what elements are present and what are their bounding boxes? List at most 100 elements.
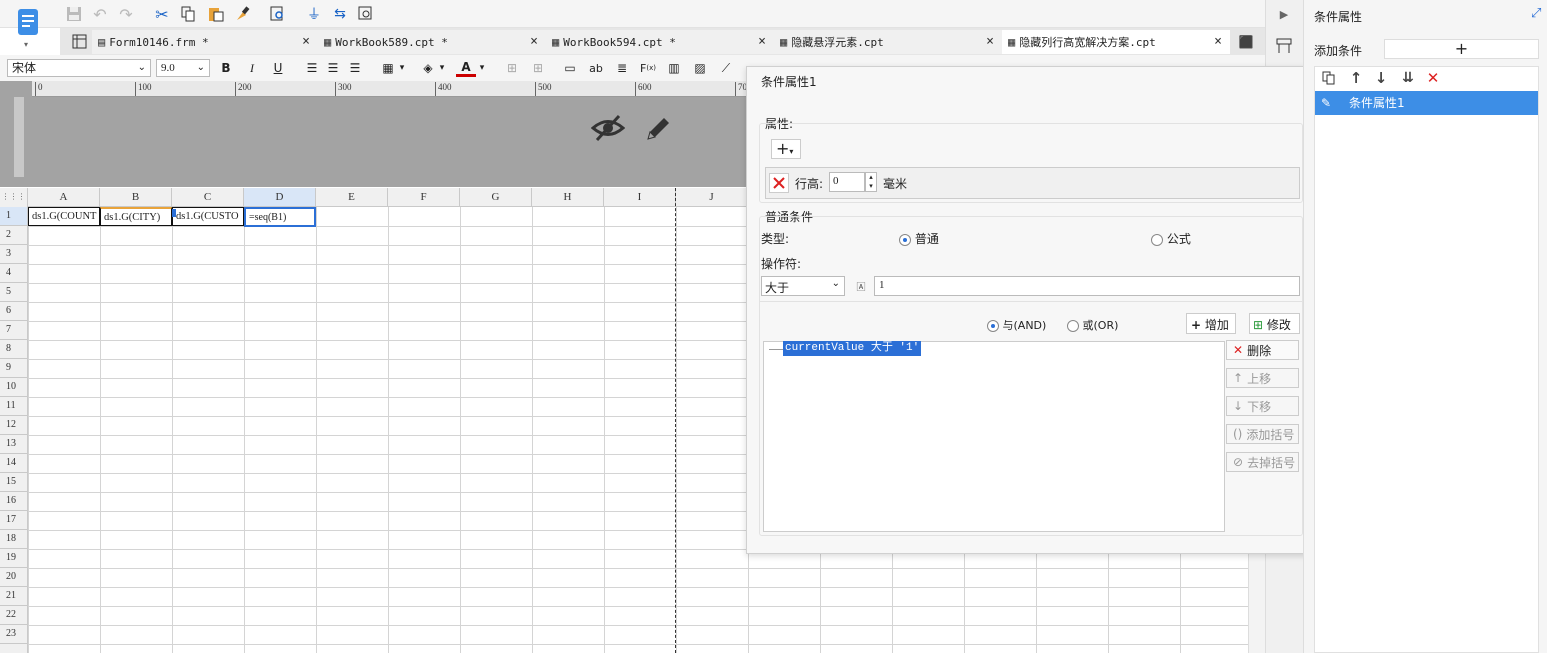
column-header[interactable]: I xyxy=(604,188,676,206)
type-formula-radio[interactable]: 公式 xyxy=(1151,230,1191,247)
operator-select[interactable]: 大于 ⌄ xyxy=(761,276,845,296)
row-header[interactable]: 16 xyxy=(0,492,27,511)
close-icon[interactable]: × xyxy=(302,34,310,49)
row-header[interactable]: 13 xyxy=(0,435,27,454)
close-icon[interactable]: × xyxy=(530,34,538,49)
or-radio[interactable]: 或(OR) xyxy=(1067,317,1118,333)
merge-cell-icon[interactable]: ⊞ xyxy=(502,59,522,77)
condition-list[interactable] xyxy=(763,341,1225,532)
fill-color-icon[interactable]: ◈ xyxy=(418,59,438,77)
value-type-icon[interactable]: 🄰 xyxy=(851,276,871,296)
undo-icon[interactable]: ↶ xyxy=(90,4,110,24)
column-header[interactable]: C xyxy=(172,188,244,206)
app-menu-chevron-icon[interactable]: ▾ xyxy=(24,40,28,49)
move-down-button[interactable]: ↓ 下移 xyxy=(1226,396,1299,416)
text-cell-icon[interactable]: ab xyxy=(586,59,606,77)
copy-icon[interactable] xyxy=(1320,69,1338,87)
underline-icon[interactable]: U xyxy=(268,59,288,77)
redo-icon[interactable]: ↷ xyxy=(116,4,136,24)
hide-eye-icon[interactable] xyxy=(590,112,626,144)
border-icon[interactable]: ▦ xyxy=(378,59,398,77)
cell-b1[interactable]: ds1.G(CITY) xyxy=(100,207,172,226)
cell-c1[interactable]: ds1.G(CUSTO xyxy=(172,207,244,226)
column-header[interactable]: D xyxy=(244,188,316,206)
row-header[interactable]: 20 xyxy=(0,568,27,587)
row-header[interactable]: 8 xyxy=(0,340,27,359)
tab-workbook594[interactable]: ▦ WorkBook594.cpt * × xyxy=(546,30,774,54)
column-header[interactable]: F xyxy=(388,188,460,206)
close-icon[interactable]: × xyxy=(758,34,766,49)
split-cell-icon[interactable]: ⊞ xyxy=(528,59,548,77)
row-header[interactable]: 3 xyxy=(0,245,27,264)
add-condition-button[interactable]: + 增加 xyxy=(1186,313,1236,334)
delete-condition-button[interactable]: ✕ 删除 xyxy=(1226,340,1299,360)
close-icon[interactable]: × xyxy=(986,34,994,49)
and-radio[interactable]: 与(AND) xyxy=(987,317,1046,333)
edit-pencil-icon[interactable] xyxy=(642,112,674,144)
row-header[interactable]: 12 xyxy=(0,416,27,435)
font-color-icon[interactable]: A xyxy=(456,59,476,77)
chevron-down-icon[interactable]: ▾ xyxy=(476,59,488,77)
delete-property-icon[interactable] xyxy=(769,173,789,193)
row-header[interactable]: 7 xyxy=(0,321,27,340)
row-header[interactable]: 14 xyxy=(0,454,27,473)
formula-icon[interactable]: F (x) xyxy=(638,59,658,77)
slash-icon[interactable]: ⟋ xyxy=(716,59,736,77)
cell-d1[interactable]: =seq(B1) xyxy=(244,207,316,227)
column-header[interactable]: H xyxy=(532,188,604,206)
move-down-icon[interactable]: ↓ xyxy=(1372,69,1390,87)
tab-list-icon[interactable]: ⬛ xyxy=(1236,32,1256,52)
tab-hide-rowcol[interactable]: ▦ 隐藏列行高宽解决方案.cpt × xyxy=(1002,30,1230,54)
row-header[interactable]: 5 xyxy=(0,283,27,302)
close-icon[interactable]: × xyxy=(1214,34,1222,49)
row-height-input[interactable]: 0 xyxy=(829,172,865,192)
row-header[interactable]: 21 xyxy=(0,587,27,606)
row-header[interactable]: 23 xyxy=(0,625,27,644)
operator-value-input[interactable]: 1 xyxy=(874,276,1300,296)
row-header[interactable]: 6 xyxy=(0,302,27,321)
condition-item[interactable]: currentValue 大于 '1' xyxy=(783,341,922,356)
panel-expand-icon[interactable]: ⤢ xyxy=(1531,6,1541,21)
move-up-button[interactable]: ↑ 上移 xyxy=(1226,368,1299,388)
delete-icon[interactable]: ✕ xyxy=(1424,69,1442,87)
row-header[interactable]: 10 xyxy=(0,378,27,397)
row-header[interactable]: 22 xyxy=(0,606,27,625)
cut-icon[interactable]: ✂ xyxy=(152,4,172,24)
align-left-icon[interactable]: ☰ xyxy=(302,59,322,77)
column-header[interactable]: G xyxy=(460,188,532,206)
align-right-icon[interactable]: ☰ xyxy=(345,59,365,77)
bold-icon[interactable]: B xyxy=(216,59,236,77)
row-header[interactable]: 19 xyxy=(0,549,27,568)
chart-icon[interactable]: ▥ xyxy=(664,59,684,77)
image-icon[interactable]: ▨ xyxy=(690,59,710,77)
tab-form10146[interactable]: ▤ Form10146.frm * × xyxy=(92,30,318,54)
save-icon[interactable] xyxy=(64,4,84,24)
column-header[interactable]: E xyxy=(316,188,388,206)
font-size-select[interactable]: 9.0 ⌄ xyxy=(156,59,210,77)
find-icon[interactable] xyxy=(268,4,288,24)
row-height-spinner[interactable]: ▴ ▾ xyxy=(865,172,877,192)
font-select[interactable]: 宋体 ⌄ xyxy=(7,59,151,77)
cell-a1[interactable]: ds1.G(COUNT xyxy=(28,207,100,226)
row-header[interactable]: 9 xyxy=(0,359,27,378)
add-paren-button[interactable]: () 添加括号 xyxy=(1226,424,1299,444)
row-header[interactable]: 11 xyxy=(0,397,27,416)
row-header[interactable]: 4 xyxy=(0,264,27,283)
chevron-down-icon[interactable]: ▾ xyxy=(436,59,448,77)
row-header[interactable]: 17 xyxy=(0,511,27,530)
paste-icon[interactable] xyxy=(206,4,226,24)
row-header[interactable]: 18 xyxy=(0,530,27,549)
copy-icon[interactable] xyxy=(178,4,198,24)
italic-icon[interactable]: I xyxy=(242,59,262,77)
add-cond-button[interactable]: + xyxy=(1384,39,1539,59)
column-header[interactable]: J xyxy=(676,188,748,206)
preview-search-icon[interactable] xyxy=(356,4,376,24)
column-header[interactable]: B xyxy=(100,188,172,206)
align-center-icon[interactable]: ☰ xyxy=(323,59,343,77)
plugin-icon[interactable]: ⏚ xyxy=(304,4,324,24)
cond-list-item[interactable]: ✎ 条件属性1 xyxy=(1315,91,1538,115)
tab-workbook589[interactable]: ▦ WorkBook589.cpt * × xyxy=(318,30,546,54)
modify-condition-button[interactable]: ⊞ 修改 xyxy=(1249,313,1300,334)
collapse-arrow-icon[interactable]: ▶ xyxy=(1274,4,1294,24)
type-normal-radio[interactable]: 普通 xyxy=(899,230,939,247)
